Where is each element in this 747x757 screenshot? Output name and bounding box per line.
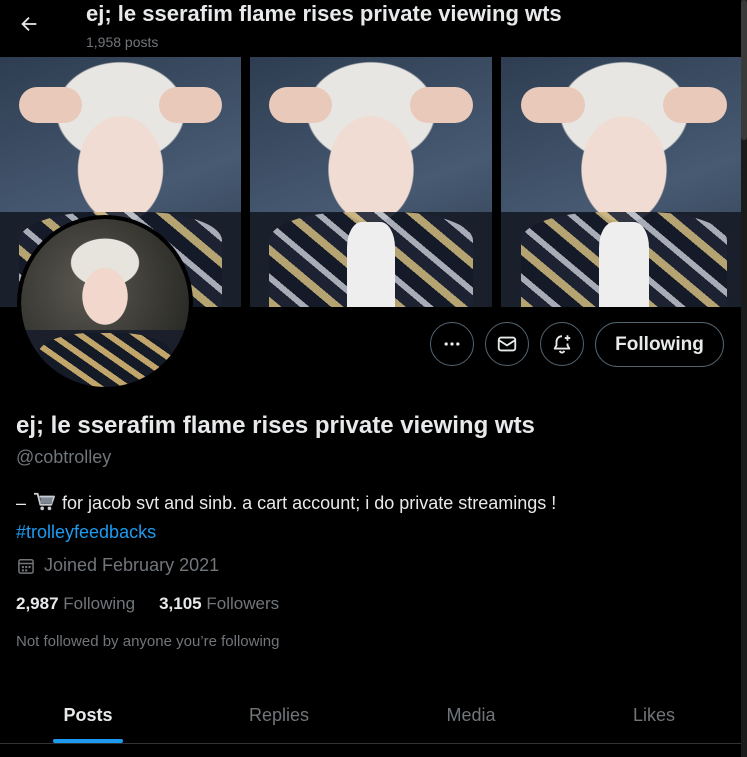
- joined-text: Joined February 2021: [44, 555, 220, 575]
- bio-prefix: –: [16, 493, 27, 513]
- calendar-icon: [18, 558, 34, 574]
- followers-label: Followers: [206, 594, 280, 613]
- tabs-divider: [0, 743, 747, 744]
- profile-name: ej; le sserafim flame rises private view…: [16, 412, 535, 439]
- hashtag-link[interactable]: #trolleyfeedbacks: [16, 522, 156, 542]
- following-count-link[interactable]: 2,987 Following: [16, 594, 135, 614]
- following-count: 2,987: [16, 594, 59, 613]
- not-followed-note: Not followed by anyone you’re following: [16, 633, 280, 650]
- tab-replies[interactable]: Replies: [186, 686, 372, 744]
- more-options-button[interactable]: [430, 322, 474, 366]
- tab-posts[interactable]: Posts: [0, 686, 176, 744]
- profile-handle: @cobtrolley: [16, 447, 112, 467]
- scrollbar[interactable]: [741, 0, 747, 757]
- follow-stats: 2,987 Following 3,105 Followers: [16, 594, 279, 614]
- shopping-cart-icon: [33, 492, 55, 519]
- profile-avatar[interactable]: [17, 215, 193, 391]
- avatar-image: [21, 219, 189, 387]
- profile-header: ej; le sserafim flame rises private view…: [0, 0, 747, 57]
- following-label: Following: [63, 594, 136, 613]
- joined-date: Joined February 2021: [16, 555, 219, 576]
- back-button[interactable]: [12, 7, 46, 41]
- following-button[interactable]: Following: [595, 322, 724, 367]
- more-horizontal-icon: [444, 342, 460, 346]
- scrollbar-thumb[interactable]: [741, 0, 747, 140]
- arrow-left-icon: [21, 16, 37, 32]
- tab-media[interactable]: Media: [378, 686, 564, 744]
- message-button[interactable]: [485, 322, 529, 366]
- notifications-button[interactable]: [540, 322, 584, 366]
- followers-count: 3,105: [159, 594, 202, 613]
- bell-plus-icon: [553, 335, 571, 354]
- header-post-count: 1,958 posts: [86, 34, 159, 50]
- header-title: ej; le sserafim flame rises private view…: [86, 1, 562, 26]
- bio-text: for jacob svt and sinb. a cart account; …: [62, 493, 557, 513]
- banner-photo-3: [501, 57, 747, 307]
- envelope-icon: [497, 336, 517, 352]
- tab-likes[interactable]: Likes: [564, 686, 744, 744]
- profile-bio: – for jacob svt and sinb. a cart account…: [16, 490, 716, 545]
- followers-count-link[interactable]: 3,105 Followers: [159, 594, 279, 614]
- profile-tabs: Posts Replies Media Likes: [0, 686, 747, 744]
- banner-photo-2: [250, 57, 492, 307]
